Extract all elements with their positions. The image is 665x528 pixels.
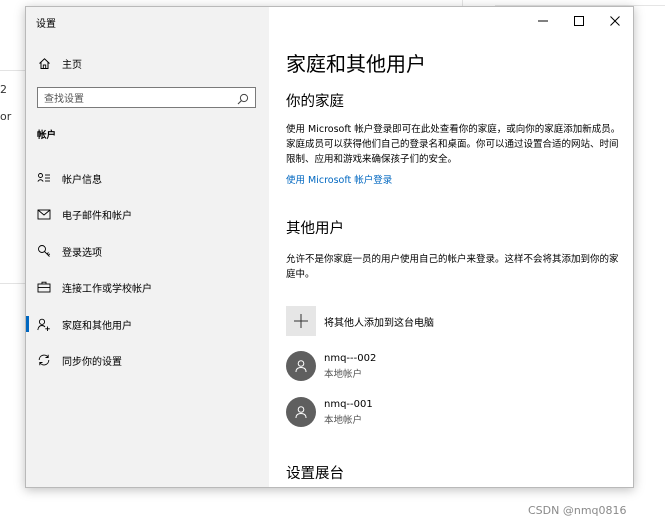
other-users-description: 允许不是你家庭一员的用户使用自己的帐户来登录。这样不会将其添加到你的家庭中。: [286, 254, 619, 280]
user-entry[interactable]: nmq---002 本地帐户: [286, 351, 376, 381]
sync-icon: [37, 353, 51, 367]
settings-window: 设置 主页 查找设置 帐户 帐户信息 电子邮件和帐户 登录选项 连接工作或学校帐…: [25, 6, 634, 488]
sidebar-item-label: 电子邮件和帐户: [62, 210, 132, 222]
minimize-icon: [538, 11, 548, 30]
window-controls: [525, 7, 633, 33]
key-icon: [37, 244, 51, 258]
sidebar-item-label: 帐户信息: [62, 174, 102, 186]
watermark: CSDN @nmq0816: [528, 504, 627, 517]
family-heading: 你的家庭: [286, 94, 344, 110]
sidebar-item-label: 登录选项: [62, 247, 102, 259]
page-title: 家庭和其他用户: [286, 52, 426, 76]
family-description: 使用 Microsoft 帐户登录即可在此处查看你的家庭，或向你的家庭添加新成员…: [286, 124, 621, 165]
home-icon: [37, 56, 51, 70]
divider: [0, 283, 26, 284]
divider: [0, 70, 26, 71]
user-account-type: 本地帐户: [324, 368, 363, 380]
add-person-icon: [37, 317, 51, 331]
maximize-button[interactable]: [561, 7, 597, 33]
user-entry[interactable]: nmq--001 本地帐户: [286, 397, 373, 427]
sidebar: 设置 主页 查找设置 帐户 帐户信息 电子邮件和帐户 登录选项 连接工作或学校帐…: [26, 7, 269, 487]
add-other-user-button[interactable]: 将其他人添加到这台电脑: [286, 306, 434, 336]
background-text: 2: [0, 83, 7, 96]
background-app-fragment: 2 or: [0, 0, 26, 528]
briefcase-icon: [37, 280, 51, 294]
sidebar-item-sync[interactable]: 同步你的设置: [26, 347, 269, 373]
sidebar-item-label: 主页: [62, 59, 82, 71]
other-users-heading: 其他用户: [286, 221, 344, 237]
user-info: nmq---002 本地帐户: [324, 353, 376, 380]
avatar: [286, 397, 316, 427]
user-name: nmq--001: [324, 398, 373, 410]
minimize-button[interactable]: [525, 7, 561, 33]
close-icon: [610, 11, 620, 30]
kiosk-heading: 设置展台: [286, 466, 344, 482]
account-info-icon: [37, 171, 51, 185]
sidebar-item-label: 连接工作或学校帐户: [62, 283, 152, 295]
search-icon[interactable]: [236, 91, 250, 105]
add-icon: [286, 306, 316, 336]
mail-icon: [37, 207, 51, 221]
sidebar-item-family[interactable]: 家庭和其他用户: [26, 311, 269, 337]
user-name: nmq---002: [324, 352, 377, 364]
sidebar-item-label: 同步你的设置: [62, 356, 122, 368]
avatar: [286, 351, 316, 381]
sidebar-item-label: 家庭和其他用户: [62, 320, 132, 332]
search-input[interactable]: 查找设置: [37, 87, 256, 108]
maximize-icon: [574, 11, 584, 30]
sidebar-item-email[interactable]: 电子邮件和帐户: [26, 201, 269, 227]
screen: 2 or 设置 主页 查找设置 帐户 帐户信息 电子邮件和帐户 登录选项 连接工…: [0, 0, 665, 528]
background-text: or: [0, 110, 12, 123]
microsoft-signin-link[interactable]: 使用 Microsoft 帐户登录: [286, 172, 392, 186]
main-content: 家庭和其他用户 你的家庭 使用 Microsoft 帐户登录即可在此处查看你的家…: [269, 7, 633, 487]
section-title: 帐户: [37, 130, 57, 141]
sidebar-item-account-info[interactable]: 帐户信息: [26, 165, 269, 191]
user-info: nmq--001 本地帐户: [324, 399, 373, 426]
sidebar-item-signin-options[interactable]: 登录选项: [26, 238, 269, 264]
close-button[interactable]: [597, 7, 633, 33]
user-account-type: 本地帐户: [324, 414, 363, 426]
sidebar-item-work-school[interactable]: 连接工作或学校帐户: [26, 274, 269, 300]
search-placeholder: 查找设置: [44, 94, 84, 105]
add-other-user-label: 将其他人添加到这台电脑: [324, 317, 434, 329]
window-title: 设置: [36, 19, 56, 30]
sidebar-item-home[interactable]: 主页: [26, 50, 269, 76]
